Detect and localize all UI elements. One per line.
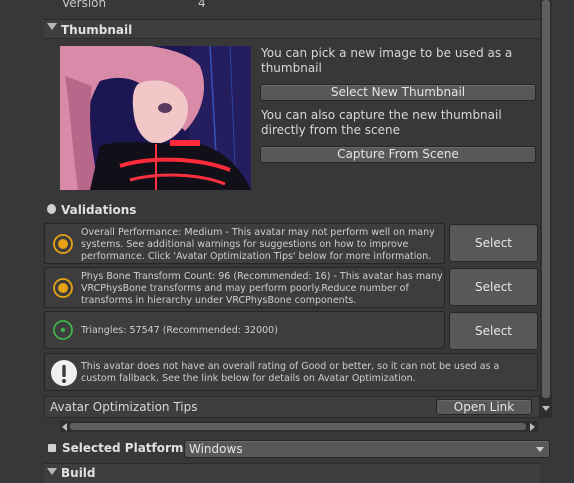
validation-item-physbone: Phys Bone Transform Count: 96 (Recommend…	[44, 267, 445, 308]
select-button[interactable]: Select	[449, 268, 538, 306]
horizontal-scrollbar[interactable]	[60, 421, 538, 432]
good-circle-icon	[53, 320, 73, 340]
notice-text: This avatar does not have an overall rat…	[81, 361, 500, 384]
capture-from-scene-button[interactable]: Capture From Scene	[260, 146, 536, 163]
scroll-right-arrow-icon[interactable]	[530, 423, 535, 431]
thumbnail-section-header[interactable]: Thumbnail	[44, 19, 540, 39]
select-button[interactable]: Select	[449, 224, 538, 262]
build-section-header[interactable]: Build	[44, 463, 540, 483]
selected-platform-row: Selected Platform Windows	[44, 438, 554, 460]
version-value: 4	[198, 0, 206, 10]
optimization-tips-row: Avatar Optimization Tips Open Link	[44, 396, 540, 418]
validation-text: Phys Bone Transform Count: 96 (Recommend…	[81, 271, 443, 306]
platform-dropdown[interactable]: Windows	[184, 440, 550, 458]
version-label: Version	[62, 0, 107, 10]
build-header-label: Build	[61, 466, 96, 480]
chevron-down-icon	[536, 447, 544, 452]
validations-header: Validations	[44, 200, 540, 220]
exclamation-icon	[51, 360, 77, 386]
info-icon	[47, 204, 56, 214]
warning-circle-icon	[53, 278, 73, 298]
avatar-preview-graphic	[60, 46, 251, 190]
vertical-scroll-thumb[interactable]	[542, 0, 550, 398]
fallback-notice: This avatar does not have an overall rat…	[44, 353, 538, 391]
thumbnail-capture-text: You can also capture the new thumbnail d…	[261, 108, 502, 137]
validation-item-triangles: Triangles: 57547 (Recommended: 32000)	[44, 311, 445, 349]
warning-circle-icon	[53, 234, 73, 254]
vertical-scrollbar[interactable]	[540, 0, 552, 418]
select-new-thumbnail-button[interactable]: Select New Thumbnail	[260, 84, 536, 101]
thumbnail-header-label: Thumbnail	[61, 23, 133, 37]
platform-dropdown-value: Windows	[189, 442, 243, 456]
open-link-button[interactable]: Open Link	[436, 399, 532, 415]
thumbnail-image	[60, 46, 251, 190]
scroll-down-arrow-icon[interactable]	[542, 406, 550, 411]
version-row: Version 4	[44, 0, 534, 14]
optimization-tips-label: Avatar Optimization Tips	[50, 400, 198, 414]
selected-platform-label: Selected Platform	[62, 441, 184, 455]
horizontal-scroll-thumb[interactable]	[70, 423, 526, 430]
validation-text: Overall Performance: Medium - This avata…	[81, 227, 435, 262]
foldout-arrow-icon[interactable]	[47, 23, 57, 30]
scroll-left-arrow-icon[interactable]	[62, 423, 67, 431]
platform-icon	[48, 444, 56, 452]
validation-item-performance: Overall Performance: Medium - This avata…	[44, 223, 445, 264]
thumbnail-pick-text: You can pick a new image to be used as a…	[261, 46, 513, 75]
validations-header-label: Validations	[61, 203, 137, 217]
select-button[interactable]: Select	[449, 312, 538, 350]
validation-text: Triangles: 57547 (Recommended: 32000)	[81, 325, 278, 336]
